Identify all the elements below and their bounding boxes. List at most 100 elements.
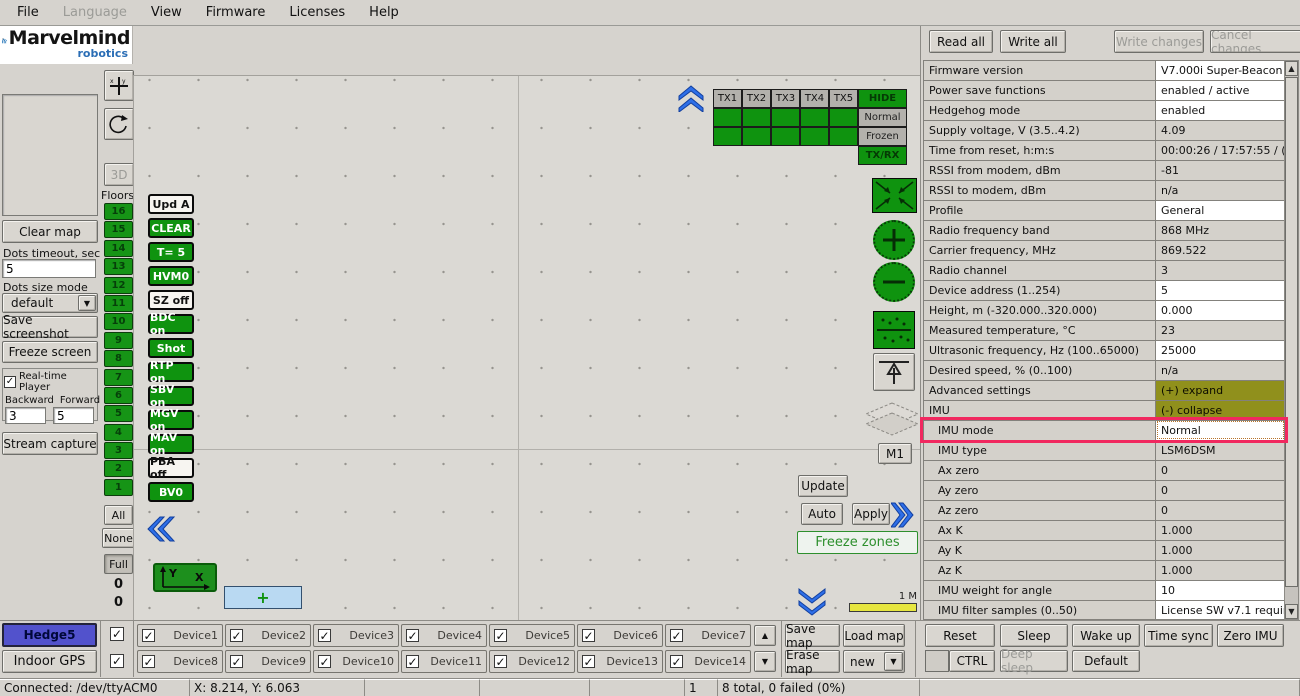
tx-column-tx4[interactable]: TX4 <box>800 89 829 108</box>
menu-item-licenses[interactable]: Licenses <box>278 2 356 23</box>
param-value[interactable]: 1.000 <box>1156 520 1285 540</box>
tx-status-cell[interactable] <box>800 108 829 127</box>
param-value[interactable]: n/a <box>1156 180 1285 200</box>
floor-button-6[interactable]: 6 <box>104 387 133 404</box>
layers-icon[interactable] <box>864 401 920 443</box>
device-cell-device4[interactable]: Device4 <box>401 624 487 647</box>
param-value[interactable]: (-) collapse <box>1156 400 1285 420</box>
param-value[interactable]: License SW v7.1 requir <box>1156 600 1285 620</box>
param-value[interactable]: 4.09 <box>1156 120 1285 140</box>
devices-scroll-down-icon[interactable]: ▼ <box>754 651 776 672</box>
view-3d-button[interactable]: 3D <box>104 163 134 186</box>
device-cell-device12[interactable]: Device12 <box>489 650 575 673</box>
device-checkbox[interactable] <box>494 629 507 642</box>
floor-button-1[interactable]: 1 <box>104 479 133 496</box>
device-checkbox[interactable] <box>318 655 331 668</box>
device-cell-device11[interactable]: Device11 <box>401 650 487 673</box>
tx-status-cell[interactable] <box>771 108 800 127</box>
device-checkbox[interactable] <box>582 629 595 642</box>
stream-capture-button[interactable]: Stream capture <box>2 432 98 455</box>
param-value[interactable]: n/a <box>1156 360 1285 380</box>
tx-txrx-button[interactable]: TX/RX <box>858 146 907 165</box>
cancel-changes-button[interactable]: Cancel changes <box>1210 30 1300 53</box>
device-cell-device6[interactable]: Device6 <box>577 624 663 647</box>
tx-normal-button[interactable]: Normal <box>858 108 907 127</box>
device-cell-device8[interactable]: Device8 <box>137 650 223 673</box>
indoor-gps-checkbox[interactable] <box>110 654 124 668</box>
scroll-up-icon[interactable]: ▲ <box>1285 61 1298 76</box>
device-checkbox[interactable] <box>406 629 419 642</box>
floor-button-11[interactable]: 11 <box>104 295 133 312</box>
erase-map-button[interactable]: Erase map <box>785 650 840 673</box>
floor-button-15[interactable]: 15 <box>104 221 133 238</box>
floors-all-button[interactable]: All <box>104 505 133 525</box>
floor-button-3[interactable]: 3 <box>104 442 133 459</box>
device-checkbox[interactable] <box>582 655 595 668</box>
tx-status-cell[interactable] <box>742 108 771 127</box>
param-value[interactable]: 5 <box>1156 280 1285 300</box>
reset-button[interactable]: Reset <box>925 624 995 647</box>
tx-column-tx2[interactable]: TX2 <box>742 89 771 108</box>
map-canvas[interactable]: Upd ACLEART= 5HVM0SZ offBDC onShotRTP on… <box>133 75 920 620</box>
fit-to-screen-icon[interactable] <box>872 178 917 213</box>
sleep-button[interactable]: Sleep <box>1000 624 1068 647</box>
hedge-button[interactable]: Hedge5 <box>2 623 97 647</box>
map-quick-button-rtp-on[interactable]: RTP on <box>148 362 194 382</box>
param-value[interactable]: (+) expand <box>1156 380 1285 400</box>
param-value[interactable]: General <box>1156 200 1285 220</box>
param-value[interactable]: 0 <box>1156 460 1285 480</box>
realtime-player-checkbox[interactable] <box>4 376 16 388</box>
device-checkbox[interactable] <box>670 655 683 668</box>
device-checkbox[interactable] <box>670 629 683 642</box>
device-checkbox[interactable] <box>142 629 155 642</box>
device-cell-device9[interactable]: Device9 <box>225 650 311 673</box>
device-cell-device2[interactable]: Device2 <box>225 624 311 647</box>
write-all-button[interactable]: Write all <box>1000 30 1066 53</box>
map-quick-button-sz-off[interactable]: SZ off <box>148 290 194 310</box>
freeze-zones-button[interactable]: Freeze zones <box>797 531 918 554</box>
menu-item-file[interactable]: File <box>6 2 50 23</box>
collapse-down-icon[interactable] <box>796 587 828 617</box>
device-checkbox[interactable] <box>142 655 155 668</box>
param-value[interactable]: 868 MHz <box>1156 220 1285 240</box>
floor-button-16[interactable]: 16 <box>104 203 133 220</box>
load-map-button[interactable]: Load map <box>843 624 905 647</box>
dots-display-icon[interactable] <box>873 311 915 349</box>
map-quick-button-bv0[interactable]: BV0 <box>148 482 194 502</box>
apply-button[interactable]: Apply <box>852 503 890 525</box>
param-value[interactable]: 1.000 <box>1156 560 1285 580</box>
indoor-gps-button[interactable]: Indoor GPS <box>2 650 97 673</box>
update-button[interactable]: Update <box>798 475 848 497</box>
collapse-up-icon[interactable] <box>677 84 705 112</box>
menu-item-view[interactable]: View <box>140 2 193 23</box>
chevron-down-icon[interactable]: ▼ <box>78 295 96 311</box>
param-value[interactable]: enabled / active <box>1156 80 1285 100</box>
forward-input[interactable] <box>53 407 94 424</box>
default-button[interactable]: Default <box>1072 650 1140 672</box>
move-up-icon[interactable] <box>873 353 915 391</box>
scroll-down-icon[interactable]: ▼ <box>1285 604 1298 619</box>
zero-imu-button[interactable]: Zero IMU <box>1217 624 1284 647</box>
ctrl-button[interactable]: CTRL <box>949 650 995 672</box>
floor-button-10[interactable]: 10 <box>104 313 133 330</box>
device-checkbox[interactable] <box>494 655 507 668</box>
floors-full-button[interactable]: Full <box>104 554 133 574</box>
map-quick-button-pba-off[interactable]: PBA off <box>148 458 194 478</box>
map-quick-button-hvm0[interactable]: HVM0 <box>148 266 194 286</box>
param-table-scrollbar[interactable]: ▲ ▼ <box>1284 60 1299 620</box>
add-submap-button[interactable]: + <box>224 586 302 609</box>
tx-status-cell[interactable] <box>771 127 800 146</box>
auto-button[interactable]: Auto <box>801 503 843 525</box>
wake-up-button[interactable]: Wake up <box>1072 624 1140 647</box>
tx-status-cell[interactable] <box>742 127 771 146</box>
param-value[interactable]: 0.000 <box>1156 300 1285 320</box>
map-quick-button-upd-a[interactable]: Upd A <box>148 194 194 214</box>
floor-button-7[interactable]: 7 <box>104 369 133 386</box>
map-quick-button-shot[interactable]: Shot <box>148 338 194 358</box>
floor-button-5[interactable]: 5 <box>104 405 133 422</box>
map-select[interactable]: new ▼ <box>843 650 905 673</box>
zoom-in-icon[interactable] <box>873 220 915 260</box>
param-value[interactable]: 869.522 <box>1156 240 1285 260</box>
param-value[interactable]: 0 <box>1156 480 1285 500</box>
clear-map-button[interactable]: Clear map <box>2 220 98 243</box>
